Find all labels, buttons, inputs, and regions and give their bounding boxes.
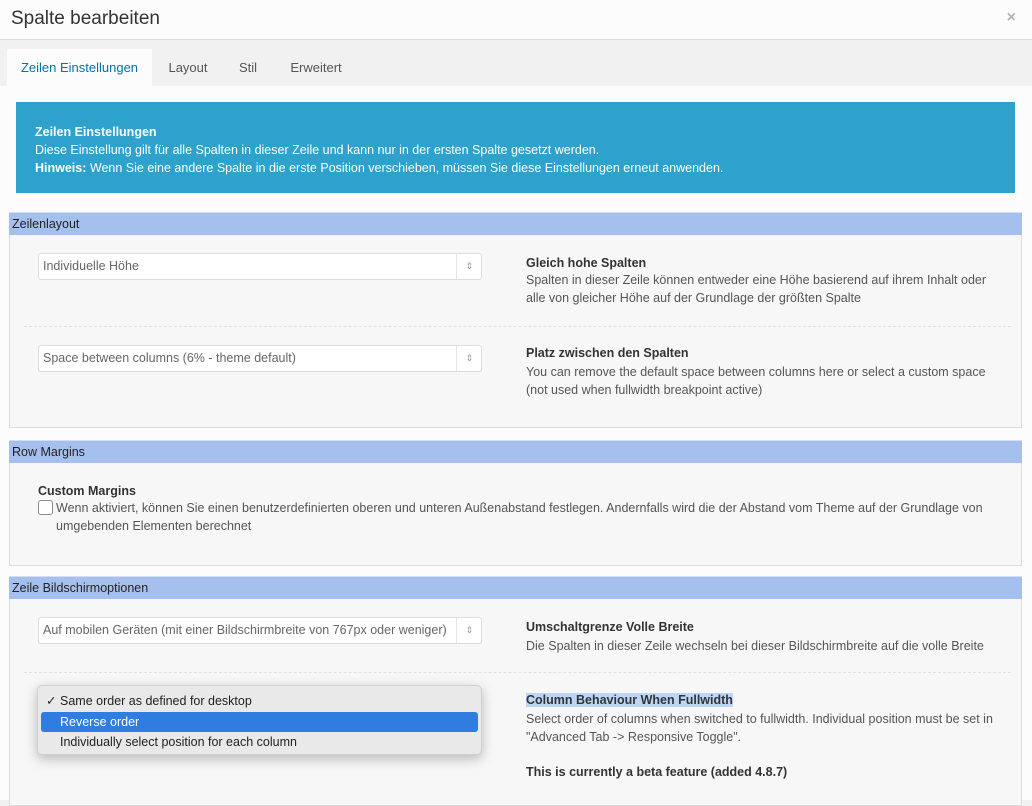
section-title: Zeile Bildschirmoptionen — [9, 576, 1022, 599]
section-title: Row Margins — [9, 440, 1022, 463]
divider — [24, 672, 1011, 673]
option-label: Same order as defined for desktop — [60, 694, 252, 708]
divider — [24, 326, 1011, 327]
behaviour-title: Column Behaviour When Fullwidth — [526, 693, 733, 707]
select-value: Auf mobilen Geräten (mit einer Bildschir… — [43, 623, 447, 637]
breakpoint-desc: Die Spalten in dieser Zeile wechseln bei… — [526, 639, 984, 653]
dropdown-option-individual[interactable]: Individually select position for each co… — [41, 732, 478, 752]
custom-margins-checkbox[interactable] — [38, 500, 53, 515]
section-title: Zeilenlayout — [9, 212, 1022, 235]
column-behaviour-dropdown[interactable]: ✓ Same order as defined for desktop Reve… — [37, 685, 482, 755]
behaviour-desc: Select order of columns when switched to… — [526, 712, 993, 744]
custom-margins-title: Custom Margins — [38, 484, 136, 498]
breakpoint-select[interactable]: Auf mobilen Geräten (mit einer Bildschir… — [38, 617, 482, 644]
select-arrows-icon: ⇕ — [456, 346, 473, 371]
select-value: Space between columns (6% - theme defaul… — [43, 351, 296, 365]
notice-title: Zeilen Einstellungen — [35, 125, 157, 139]
tab-layout[interactable]: Layout — [156, 49, 220, 86]
equal-height-desc: Spalten in dieser Zeile können entweder … — [526, 273, 987, 305]
option-label: Reverse order — [60, 715, 140, 729]
close-icon[interactable]: × — [1007, 9, 1016, 27]
notice-text: Diese Einstellung gilt für alle Spalten … — [35, 143, 600, 157]
dropdown-option-same-order[interactable]: ✓ Same order as defined for desktop — [41, 691, 478, 711]
checkmark-icon: ✓ — [46, 694, 57, 708]
column-space-title: Platz zwischen den Spalten — [526, 346, 689, 360]
tab-zeilen-einstellungen[interactable]: Zeilen Einstellungen — [7, 49, 152, 86]
beta-note: This is currently a beta feature (added … — [526, 765, 788, 779]
info-notice: Zeilen Einstellungen Diese Einstellung g… — [16, 102, 1015, 193]
custom-margins-desc: Wenn aktiviert, können Sie einen benutze… — [56, 501, 983, 533]
notice-hint-text: Wenn Sie eine andere Spalte in die erste… — [86, 161, 724, 175]
dialog-header: Spalte bearbeiten × — [0, 0, 1032, 40]
select-value: Individuelle Höhe — [43, 259, 139, 273]
dialog-title: Spalte bearbeiten — [11, 8, 160, 29]
column-space-select[interactable]: Space between columns (6% - theme defaul… — [38, 345, 482, 372]
column-space-desc: You can remove the default space between… — [526, 365, 986, 397]
option-label: Individually select position for each co… — [60, 735, 297, 749]
equal-height-select[interactable]: Individuelle Höhe ⇕ — [38, 253, 482, 280]
select-arrows-icon: ⇕ — [456, 618, 473, 643]
breakpoint-title: Umschaltgrenze Volle Breite — [526, 620, 694, 634]
tab-stil[interactable]: Stil — [224, 49, 272, 86]
tab-erweitert[interactable]: Erweitert — [276, 49, 356, 86]
dropdown-option-reverse-order[interactable]: Reverse order — [41, 712, 478, 732]
section-row-margins: Row Margins Custom Margins Wenn aktivier… — [9, 440, 1022, 566]
select-arrows-icon: ⇕ — [456, 254, 473, 279]
tab-bar: Zeilen Einstellungen Layout Stil Erweite… — [0, 40, 1032, 86]
section-zeilenlayout: Zeilenlayout Individuelle Höhe ⇕ Gleich … — [9, 212, 1022, 428]
equal-height-title: Gleich hohe Spalten — [526, 256, 647, 270]
notice-hint-label: Hinweis: — [35, 161, 87, 175]
